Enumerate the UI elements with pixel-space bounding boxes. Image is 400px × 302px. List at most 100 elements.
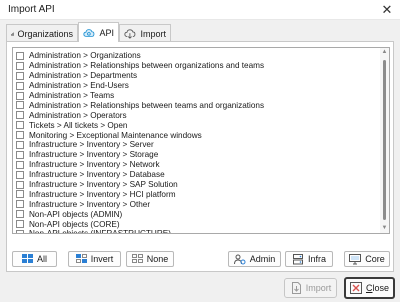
checklist-item[interactable]: Infrastructure > Inventory > Storage (13, 150, 379, 160)
scroll-down-arrow-icon[interactable]: ▼ (380, 224, 389, 233)
item-label: Administration > Teams (29, 91, 115, 100)
tab-import[interactable]: Import (119, 24, 171, 42)
preset-infra-label: Infra (307, 254, 326, 264)
preset-infra-button[interactable]: Infra (285, 251, 333, 267)
checklist-item[interactable]: Infrastructure > Inventory > SAP Solutio… (13, 180, 379, 190)
item-checkbox[interactable] (16, 210, 24, 219)
item-label: Monitoring > Exceptional Maintenance win… (29, 130, 202, 140)
invert-selection-button[interactable]: Invert (68, 251, 121, 267)
item-checkbox[interactable] (16, 200, 24, 209)
item-label: Administration > Operators (29, 110, 127, 120)
item-label: Administration > Organizations (29, 51, 141, 61)
checklist-item[interactable]: Non-API objects (CORE) (13, 219, 379, 229)
close-window-icon[interactable]: ✕ (379, 2, 395, 18)
item-label: Tickets > All tickets > Open (29, 120, 128, 130)
checklist-item[interactable]: Administration > Organizations (13, 51, 379, 61)
api-checklist[interactable]: Administration > Organizations Administra… (12, 47, 390, 234)
item-checkbox[interactable] (16, 131, 24, 140)
checklist-item[interactable]: Non-API objects (ADMIN) (13, 209, 379, 219)
item-label: Infrastructure > Inventory > Other (29, 199, 151, 209)
server-rack-icon (292, 253, 303, 264)
bar-chart-icon (11, 32, 15, 36)
tab-organizations[interactable]: Organizations (6, 24, 78, 42)
select-none-label: None (146, 254, 169, 264)
window-title: Import API (8, 4, 55, 15)
preset-admin-label: Admin (249, 254, 276, 264)
tab-strip: Organizations API Import (6, 22, 394, 42)
item-label: Infrastructure > Inventory > Network (29, 160, 160, 170)
item-checkbox[interactable] (16, 51, 24, 60)
item-checkbox[interactable] (16, 190, 24, 199)
item-checkbox[interactable] (16, 61, 24, 70)
item-label: Infrastructure > Inventory > Database (29, 170, 165, 180)
item-label: Non-API objects (INFRASTRUCTURE) (29, 229, 171, 233)
item-checkbox[interactable] (16, 101, 24, 110)
tab-organizations-label: Organizations (17, 28, 73, 39)
item-label: Non-API objects (ADMIN) (29, 209, 123, 219)
checklist-item[interactable]: Non-API objects (INFRASTRUCTURE) (13, 229, 379, 233)
checklist-item[interactable]: Monitoring > Exceptional Maintenance win… (13, 130, 379, 140)
checklist-item[interactable]: Administration > Teams (13, 91, 379, 101)
item-label: Administration > Relationships between o… (29, 61, 265, 71)
item-label: Administration > End-Users (29, 81, 129, 91)
checklist-item[interactable]: Infrastructure > Inventory > HCI platfor… (13, 189, 379, 199)
close-door-icon (349, 282, 362, 294)
preset-admin-button[interactable]: Admin (228, 251, 281, 267)
list-scrollbar[interactable]: ▲ ▼ (380, 48, 389, 233)
cloud-download-icon (124, 28, 136, 39)
checklist-item[interactable]: Administration > Relationships between t… (13, 100, 379, 110)
import-button-label: Import (305, 283, 332, 293)
item-checkbox[interactable] (16, 81, 24, 90)
preset-core-button[interactable]: Core (344, 251, 390, 267)
scrollbar-thumb[interactable] (383, 60, 386, 220)
checklist-item[interactable]: Infrastructure > Inventory > Database (13, 170, 379, 180)
tab-api-label: API (99, 27, 114, 38)
checklist-item[interactable]: Administration > Operators (13, 110, 379, 120)
item-checkbox[interactable] (16, 220, 24, 229)
tab-api[interactable]: API (78, 22, 119, 42)
item-checkbox[interactable] (16, 121, 24, 130)
close-label-rest: lose (372, 283, 389, 293)
checklist-item[interactable]: Infrastructure > Inventory > Server (13, 140, 379, 150)
item-checkbox[interactable] (16, 160, 24, 169)
monitor-icon (349, 253, 362, 264)
item-checkbox[interactable] (16, 180, 24, 189)
close-button-label: Close (366, 283, 389, 293)
item-label: Administration > Relationships between t… (29, 100, 265, 110)
item-label: Non-API objects (CORE) (29, 219, 120, 229)
api-tab-panel: Administration > Organizations Administra… (6, 41, 394, 272)
item-checkbox[interactable] (16, 140, 24, 149)
checklist-item[interactable]: Administration > End-Users (13, 81, 379, 91)
select-all-button[interactable]: All (12, 251, 57, 267)
checklist-item[interactable]: Tickets > All tickets > Open (13, 120, 379, 130)
import-button[interactable]: Import (284, 278, 337, 298)
checklist-item[interactable]: Administration > Departments (13, 71, 379, 81)
item-label: Infrastructure > Inventory > SAP Solutio… (29, 180, 178, 190)
checklist-item[interactable]: Infrastructure > Inventory > Network (13, 160, 379, 170)
preset-core-label: Core (365, 254, 385, 264)
grid-half-icon (75, 254, 87, 263)
invert-selection-label: Invert (90, 254, 114, 264)
title-bar: Import API ✕ (0, 0, 400, 20)
select-none-button[interactable]: None (126, 251, 174, 267)
item-checkbox[interactable] (16, 229, 24, 233)
item-label: Infrastructure > Inventory > Storage (29, 150, 159, 160)
checklist-items: Administration > Organizations Administra… (13, 48, 379, 233)
item-label: Administration > Departments (29, 71, 138, 81)
select-all-label: All (36, 254, 47, 264)
item-label: Infrastructure > Inventory > Server (29, 140, 154, 150)
item-checkbox[interactable] (16, 170, 24, 179)
close-button[interactable]: Close (344, 277, 395, 299)
tab-import-label: Import (140, 28, 166, 39)
item-checkbox[interactable] (16, 111, 24, 120)
item-checkbox[interactable] (16, 91, 24, 100)
admin-users-icon (233, 254, 246, 264)
checklist-item[interactable]: Administration > Relationships between o… (13, 61, 379, 71)
item-label: Infrastructure > Inventory > HCI platfor… (29, 189, 176, 199)
item-checkbox[interactable] (16, 150, 24, 159)
item-checkbox[interactable] (16, 71, 24, 80)
import-file-icon (291, 282, 301, 294)
scroll-up-arrow-icon[interactable]: ▲ (380, 48, 389, 57)
checklist-item[interactable]: Infrastructure > Inventory > Other (13, 199, 379, 209)
grid-empty-icon (131, 254, 143, 263)
